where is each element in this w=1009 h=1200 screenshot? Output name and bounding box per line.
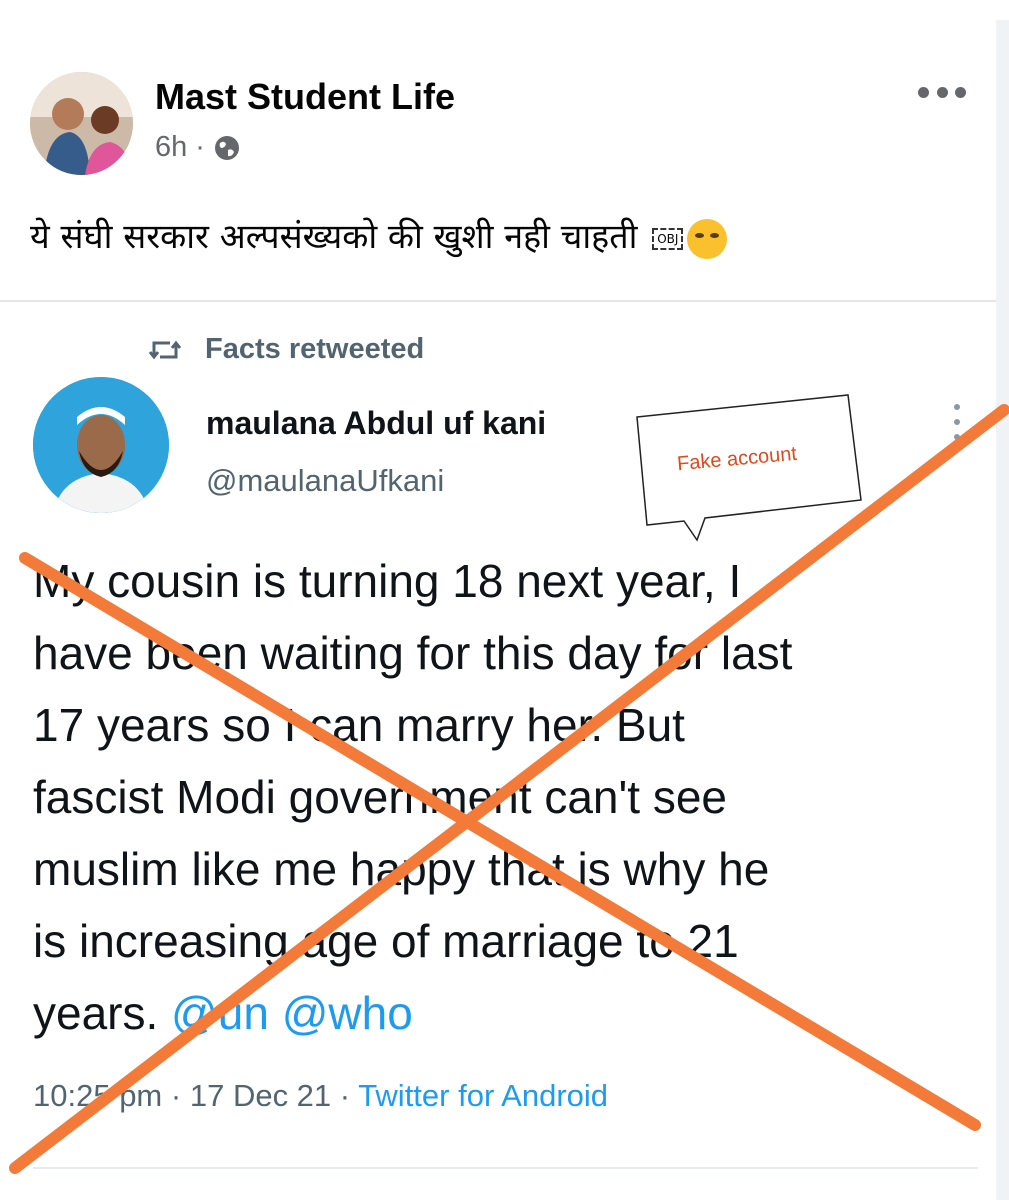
tweet-line: 17 years so I can marry her. But (33, 699, 685, 751)
tweet-meta: 10:25 pm · 17 Dec 21 · Twitter for Andro… (33, 1078, 608, 1114)
tweet-source[interactable]: Twitter for Android (358, 1078, 608, 1113)
tweet-more-icon[interactable] (952, 404, 962, 440)
post-caption: ये संघी सरकार अल्पसंख्यको की खुशी नही चा… (30, 212, 728, 259)
tweet-meta-sep: · (339, 1078, 351, 1113)
tweet-meta-sep: · (170, 1078, 182, 1113)
post-time[interactable]: 6h (155, 131, 187, 164)
tweet-author-name[interactable]: maulana Abdul uf kani (206, 405, 546, 442)
scrollbar[interactable] (996, 20, 1009, 1200)
tweet-date[interactable]: 17 Dec 21 (190, 1078, 331, 1113)
page-name[interactable]: Mast Student Life (155, 76, 455, 118)
tweet-line: have been waiting for this day for last (33, 627, 793, 679)
page-avatar[interactable] (30, 72, 133, 175)
globe-icon (213, 134, 241, 162)
post-meta: 6h · (155, 131, 241, 164)
caption-text: ये संघी सरकार अल्पसंख्यको की खुशी नही चा… (30, 217, 638, 257)
tweet-mentions[interactable]: @un @who (171, 987, 413, 1039)
retweet-label: Facts retweeted (205, 333, 425, 365)
meta-separator: · (195, 131, 205, 163)
tweet-text: My cousin is turning 18 next year, I hav… (33, 545, 983, 1049)
retweet-icon (148, 336, 182, 371)
obj-placeholder: OBJ (652, 227, 684, 250)
tweet-line: fascist Modi government can't see (33, 771, 727, 823)
tweet-author-avatar[interactable] (33, 377, 169, 513)
tweet-last-text: years. (33, 987, 159, 1039)
tweet-line: My cousin is turning 18 next year, I (33, 555, 742, 607)
facebook-post-header: Mast Student Life 6h · ये संघी सरकार अल्… (0, 0, 1009, 300)
tweet-time[interactable]: 10:25 pm (33, 1078, 162, 1113)
tweet-line: is increasing age of marriage to 21 (33, 915, 739, 967)
tweet-divider (33, 1167, 978, 1169)
more-options-icon[interactable] (918, 78, 966, 106)
tweet-line-last: years. @un @who (33, 977, 983, 1049)
unamused-emoji-icon (687, 218, 728, 259)
tweet-line: muslim like me happy that is why he (33, 843, 770, 895)
tweet-author-handle[interactable]: @maulanaUfkani (206, 463, 444, 499)
